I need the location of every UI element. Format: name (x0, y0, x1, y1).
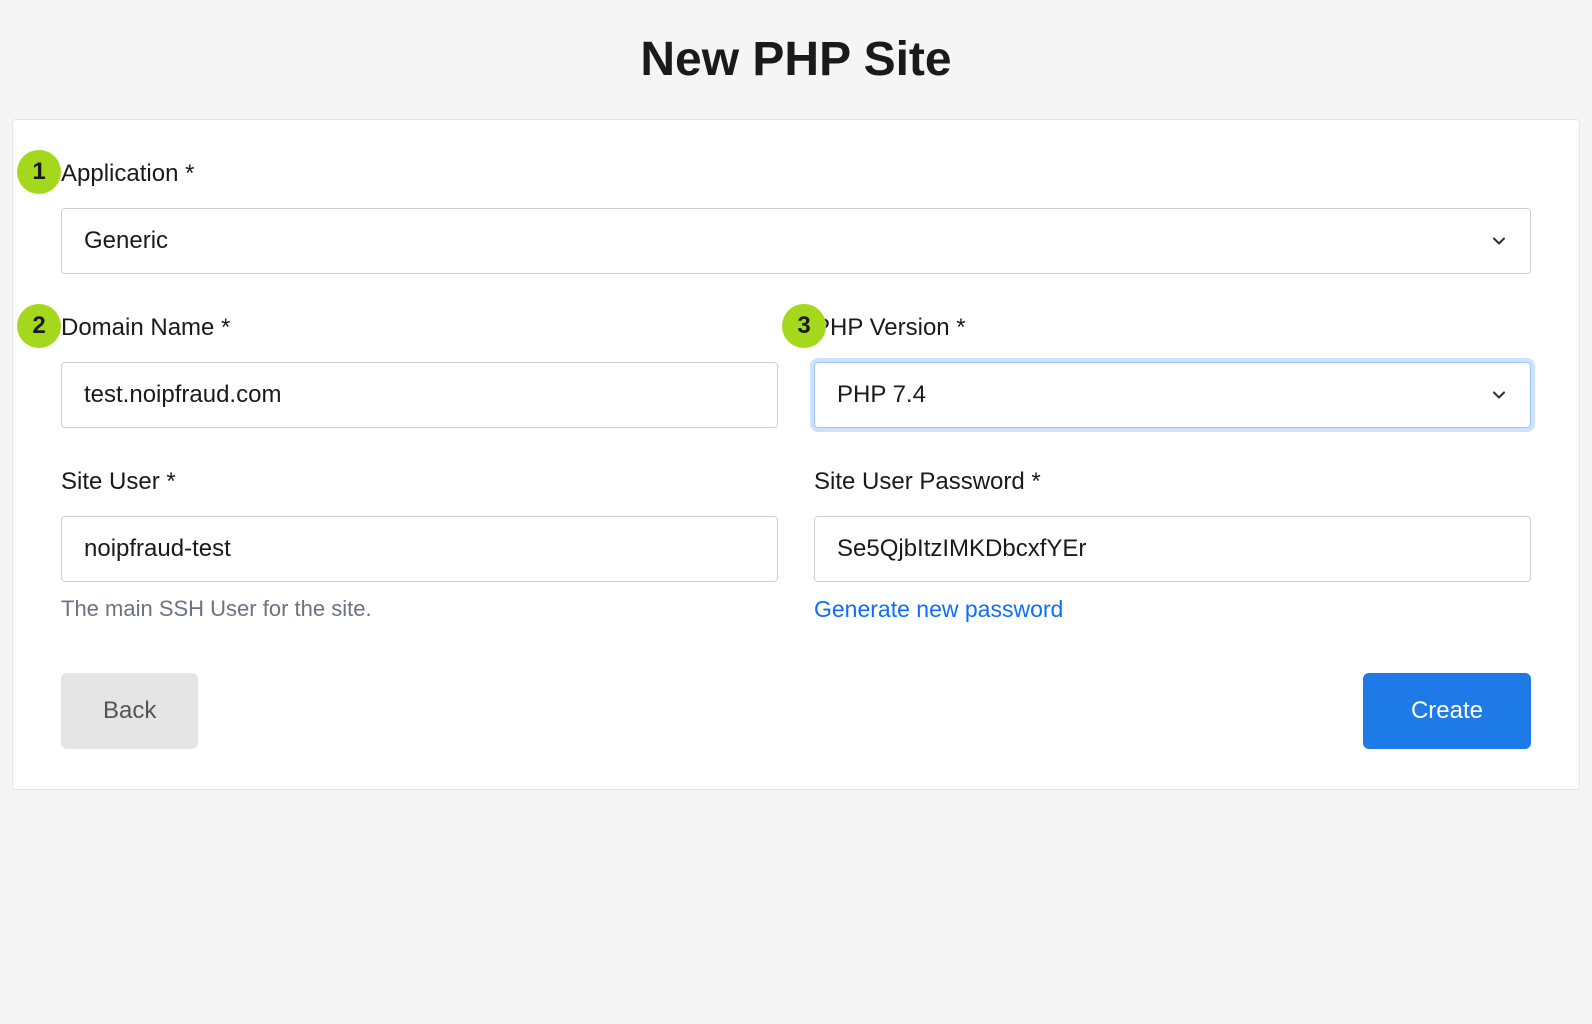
siteuser-input[interactable] (61, 516, 778, 582)
application-select[interactable]: Generic (61, 208, 1531, 274)
page-title: New PHP Site (12, 32, 1580, 87)
php-select-wrap: PHP 7.4 (814, 362, 1531, 428)
domain-label: Domain Name * (61, 314, 778, 342)
step-badge-3: 3 (782, 304, 826, 348)
button-row: Back Create (61, 673, 1531, 749)
generate-password-link[interactable]: Generate new password (814, 596, 1063, 623)
siteuser-help: The main SSH User for the site. (61, 596, 778, 622)
password-input[interactable] (814, 516, 1531, 582)
application-label: Application * (61, 160, 1531, 188)
application-select-wrap: Generic (61, 208, 1531, 274)
password-label: Site User Password * (814, 468, 1531, 496)
php-label: PHP Version * (814, 314, 1531, 342)
back-button[interactable]: Back (61, 673, 198, 749)
form-card: 1 Application * Generic 2 Domain Name * … (12, 119, 1580, 790)
step-badge-2: 2 (17, 304, 61, 348)
domain-group: 2 Domain Name * (61, 314, 778, 428)
siteuser-label: Site User * (61, 468, 778, 496)
step-badge-1: 1 (17, 150, 61, 194)
password-group: Site User Password * Generate new passwo… (814, 468, 1531, 623)
php-group: 3 PHP Version * PHP 7.4 (814, 314, 1531, 428)
create-button[interactable]: Create (1363, 673, 1531, 749)
application-group: 1 Application * Generic (61, 160, 1531, 274)
php-select[interactable]: PHP 7.4 (814, 362, 1531, 428)
siteuser-group: Site User * The main SSH User for the si… (61, 468, 778, 623)
domain-input[interactable] (61, 362, 778, 428)
